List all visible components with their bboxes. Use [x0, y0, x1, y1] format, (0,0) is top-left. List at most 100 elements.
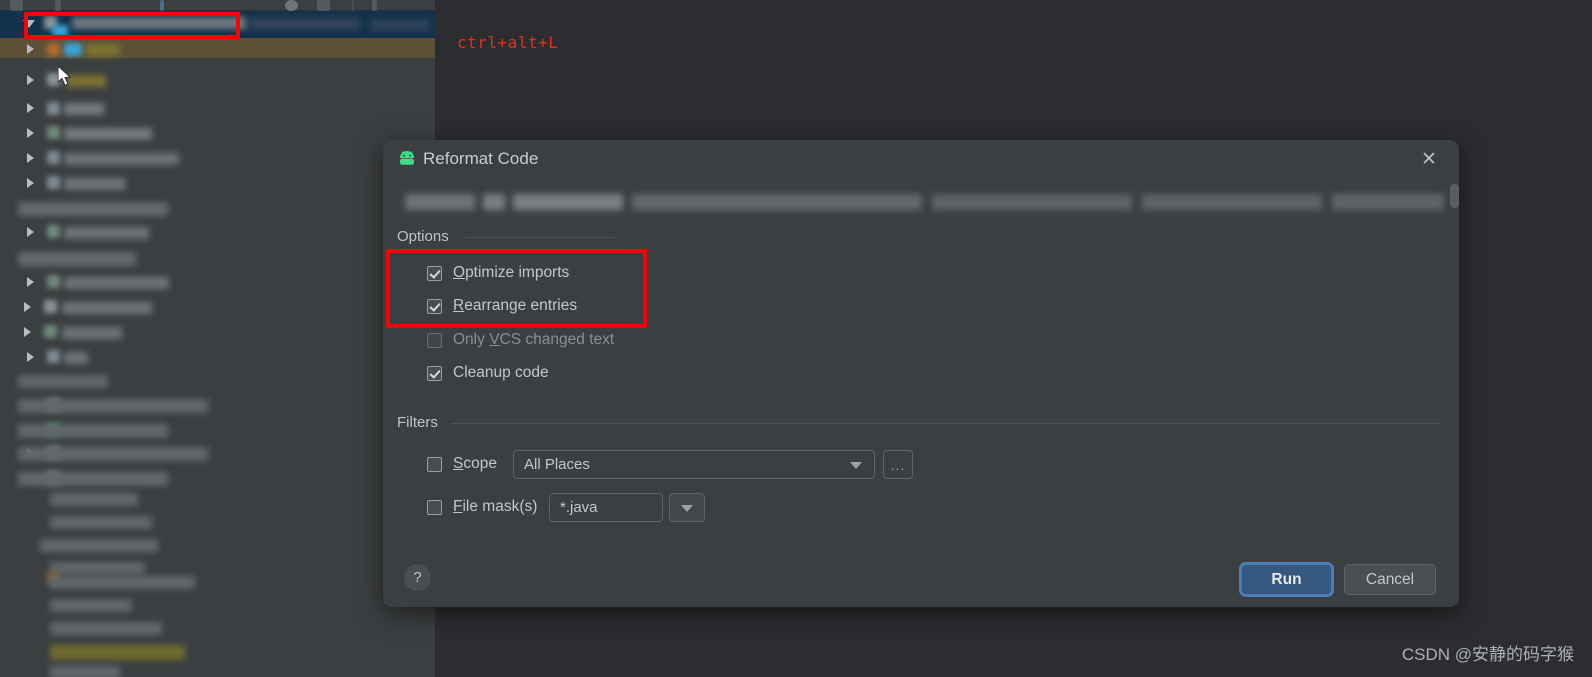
- dialog-title-bar: Reformat Code ✕: [383, 140, 1459, 180]
- scope-more-button[interactable]: ...: [883, 450, 913, 479]
- label-rest: cope: [463, 455, 497, 472]
- tree-expand-arrow[interactable]: [27, 153, 34, 163]
- mnemonic-letter: R: [453, 297, 465, 314]
- tree-item-label: [50, 599, 132, 612]
- tree-item-label: [64, 178, 126, 190]
- mnemonic-letter: O: [453, 264, 466, 281]
- file-mask-input[interactable]: *.java: [549, 493, 663, 522]
- folder-icon: [44, 300, 57, 313]
- label-rest: ptimize imports: [465, 264, 570, 281]
- label-rest: earrange entries: [464, 297, 578, 314]
- tree-item-label: [50, 622, 162, 635]
- tree-item-label: [18, 202, 168, 216]
- tree-item-label: [62, 327, 122, 339]
- tree-expand-arrow[interactable]: [23, 20, 35, 28]
- checkbox-box[interactable]: [427, 298, 442, 314]
- checkbox-box[interactable]: [427, 499, 442, 515]
- tree-item-label: [50, 493, 138, 506]
- checkbox-label: Rearrange entries: [453, 297, 577, 315]
- mnemonic-letter: V: [489, 331, 500, 348]
- checkbox-only-vcs-changed-text[interactable]: Only VCS changed text: [427, 329, 614, 351]
- editor-top-strip: [435, 0, 1592, 11]
- toolbar-icon-misc[interactable]: [55, 0, 61, 11]
- file-icon: [64, 43, 82, 56]
- watermark: CSDN @安静的码字猴: [1401, 645, 1574, 664]
- tree-item-label: [18, 252, 136, 266]
- target-path-field[interactable]: [397, 192, 1444, 216]
- tree-expand-arrow[interactable]: [27, 75, 34, 85]
- editor-code-text: ctrl+alt+L: [457, 33, 559, 52]
- tree-item-label: [50, 666, 120, 677]
- tree-expand-arrow[interactable]: [27, 352, 34, 362]
- folder-icon: [47, 350, 60, 363]
- dialog-title: Reformat Code: [423, 149, 539, 168]
- tree-item-label: [72, 17, 247, 29]
- checkbox-box[interactable]: [427, 456, 442, 472]
- path-scrollbar[interactable]: [1450, 184, 1459, 208]
- chevron-down-icon[interactable]: [681, 504, 693, 512]
- checkbox-label: Optimize imports: [453, 264, 569, 282]
- ide-window: ctrl+alt+L Reformat Code ✕ Options Optim…: [0, 0, 1592, 677]
- folder-icon: [47, 275, 60, 288]
- label-rest: ile mask(s): [462, 498, 538, 515]
- tree-item-label: [85, 44, 120, 56]
- checkbox-scope[interactable]: Scope: [427, 453, 497, 475]
- label-pre: Only: [453, 331, 490, 348]
- tree-item-label: [64, 128, 152, 140]
- options-group-divider: [465, 237, 615, 238]
- tree-item-label: [18, 375, 108, 388]
- tree-expand-arrow[interactable]: [27, 44, 34, 54]
- file-mask-dropdown-button[interactable]: [669, 493, 705, 522]
- tree-item-label: [64, 277, 169, 289]
- checkbox-box[interactable]: [427, 265, 442, 281]
- close-icon[interactable]: ✕: [1419, 150, 1439, 170]
- tree-expand-arrow[interactable]: [24, 327, 31, 337]
- ide-toolbar: [0, 0, 435, 11]
- scope-dropdown[interactable]: All Places: [513, 450, 875, 479]
- folder-icon: [47, 225, 60, 238]
- tree-item-label: [64, 153, 179, 165]
- tree-item-label: [370, 19, 430, 31]
- checkbox-label: Scope: [453, 455, 497, 473]
- tree-expand-arrow[interactable]: [24, 302, 31, 312]
- scope-value: All Places: [524, 456, 590, 473]
- toolbar-icon-search[interactable]: [285, 0, 298, 11]
- tree-item-label: [18, 399, 208, 413]
- tree-expand-arrow[interactable]: [27, 103, 34, 113]
- checkbox-cleanup-code[interactable]: Cleanup code: [427, 362, 549, 384]
- tree-item-label: [64, 352, 88, 364]
- checkbox-label: Cleanup code: [453, 364, 549, 381]
- help-button[interactable]: ?: [404, 564, 431, 591]
- module-icon: [52, 25, 68, 37]
- tree-item-label: [50, 516, 152, 529]
- checkbox-file-mask[interactable]: File mask(s): [427, 496, 537, 518]
- tree-expand-arrow[interactable]: [27, 277, 34, 287]
- folder-icon: [47, 102, 60, 115]
- tree-expand-arrow[interactable]: [27, 128, 34, 138]
- checkbox-optimize-imports[interactable]: Optimize imports: [427, 262, 569, 284]
- tree-item-label: [18, 424, 168, 438]
- folder-icon: [47, 43, 60, 56]
- tree-expand-arrow[interactable]: [27, 178, 34, 188]
- chevron-down-icon[interactable]: [850, 461, 862, 469]
- tree-item-label: [64, 103, 104, 115]
- toolbar-icon-settings[interactable]: [317, 0, 330, 11]
- cancel-button[interactable]: Cancel: [1344, 564, 1436, 595]
- toolbar-icon-run[interactable]: [160, 0, 164, 11]
- tree-item-label: [50, 562, 145, 575]
- tree-expand-arrow[interactable]: [27, 227, 34, 237]
- checkbox-box[interactable]: [427, 365, 442, 381]
- checkbox-rearrange-entries[interactable]: Rearrange entries: [427, 295, 577, 317]
- project-tree-panel[interactable]: [0, 11, 435, 677]
- checkbox-box[interactable]: [427, 332, 442, 348]
- checkbox-label: Only VCS changed text: [453, 331, 614, 349]
- tree-item-label: [18, 447, 208, 461]
- toolbar-icon-extra[interactable]: [372, 0, 377, 11]
- options-group-label: Options: [397, 228, 449, 245]
- run-button[interactable]: Run: [1241, 564, 1332, 595]
- folder-icon: [47, 176, 60, 189]
- toolbar-icon-open[interactable]: [10, 0, 23, 11]
- tree-item-label: [50, 576, 195, 589]
- checkbox-label: File mask(s): [453, 498, 537, 516]
- toolbar-separator: [352, 0, 354, 11]
